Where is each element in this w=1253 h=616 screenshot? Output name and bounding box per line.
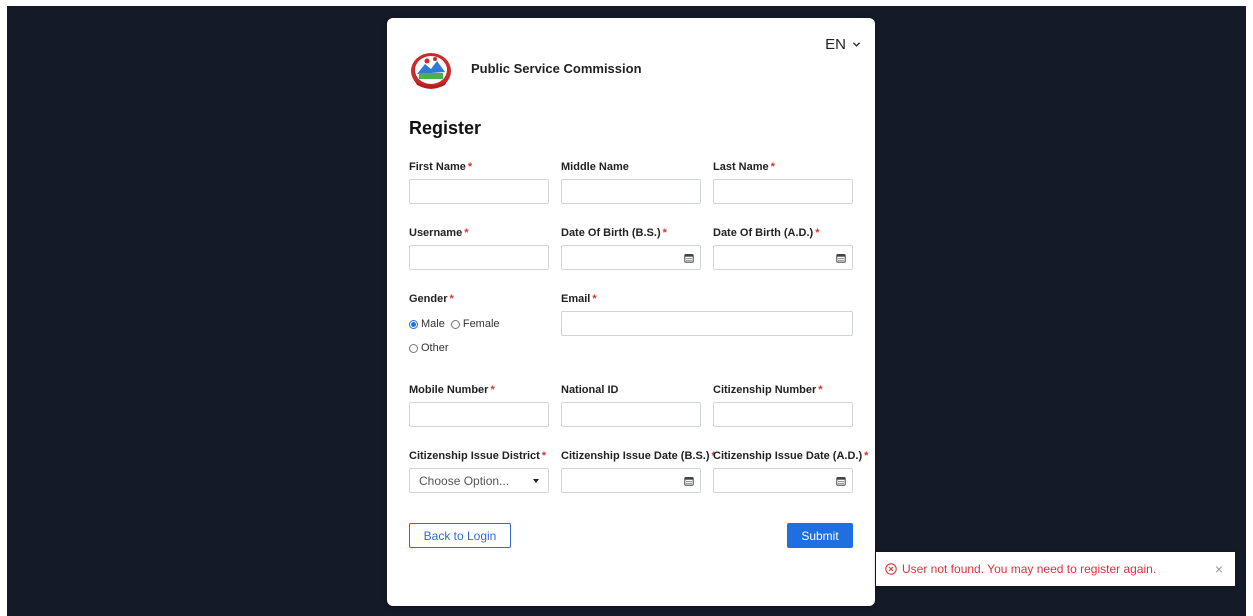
issue-date-ad-label-text: Citizenship Issue Date (A.D.): [713, 450, 863, 462]
national-id-label: National ID: [561, 384, 618, 396]
issue-date-bs-input[interactable]: [561, 468, 701, 493]
citizenship-number-label-text: Citizenship Number: [713, 384, 817, 396]
gender-other-radio[interactable]: [409, 343, 418, 353]
gender-female-label[interactable]: Female: [463, 318, 500, 330]
required-marker: *: [541, 450, 547, 462]
first-name-label: First Name *: [409, 161, 472, 173]
calendar-icon[interactable]: [684, 476, 694, 486]
back-to-login-button[interactable]: Back to Login: [409, 523, 511, 548]
issue-district-label-text: Citizenship Issue District: [409, 450, 540, 462]
required-marker: *: [464, 227, 469, 239]
toast-message: User not found. You may need to register…: [902, 562, 1157, 576]
gender-male-radio[interactable]: [409, 319, 418, 329]
required-marker: *: [770, 161, 775, 173]
dob-ad-input[interactable]: [713, 245, 853, 270]
issue-district-select[interactable]: Choose Option...: [409, 468, 549, 493]
gender-radio-group: Male Female: [409, 318, 500, 330]
issue-district-label: Citizenship Issue District *: [409, 450, 546, 462]
error-toast: User not found. You may need to register…: [876, 552, 1235, 586]
first-name-label-text: First Name: [409, 161, 466, 173]
email-label: Email *: [561, 293, 597, 305]
username-input[interactable]: [409, 245, 549, 270]
emblem-logo: [411, 53, 451, 89]
gender-label-text: Gender: [409, 293, 448, 305]
dob-ad-label: Date Of Birth (A.D.) *: [713, 227, 820, 239]
required-marker: *: [818, 384, 823, 396]
middle-name-label-text: Middle Name: [561, 161, 629, 173]
mobile-label: Mobile Number *: [409, 384, 495, 396]
email-input[interactable]: [561, 311, 853, 336]
required-marker: *: [449, 293, 454, 305]
username-label-text: Username: [409, 227, 463, 239]
caret-down-icon: [533, 479, 539, 483]
calendar-icon[interactable]: [684, 253, 694, 263]
middle-name-label: Middle Name: [561, 161, 629, 173]
mobile-label-text: Mobile Number: [409, 384, 489, 396]
calendar-icon[interactable]: [836, 476, 846, 486]
last-name-input[interactable]: [713, 179, 853, 204]
middle-name-input[interactable]: [561, 179, 701, 204]
citizenship-number-label: Citizenship Number *: [713, 384, 823, 396]
dob-bs-label: Date Of Birth (B.S.) *: [561, 227, 667, 239]
last-name-label-text: Last Name: [713, 161, 769, 173]
error-circle-icon: [885, 563, 897, 575]
citizenship-number-input[interactable]: [713, 402, 853, 427]
issue-date-ad-label: Citizenship Issue Date (A.D.) *: [713, 450, 868, 462]
required-marker: *: [467, 161, 473, 173]
issue-district-selected: Choose Option...: [419, 474, 510, 488]
gender-radio-group-row-2: Other: [409, 342, 449, 354]
organization-name: Public Service Commission: [471, 61, 642, 76]
page-title: Register: [409, 118, 482, 138]
dob-bs-input[interactable]: [561, 245, 701, 270]
required-marker: *: [490, 384, 495, 396]
national-id-label-text: National ID: [561, 384, 619, 396]
username-label: Username *: [409, 227, 468, 239]
language-selector[interactable]: EN: [825, 36, 861, 53]
national-id-input[interactable]: [561, 402, 701, 427]
required-marker: *: [864, 450, 869, 462]
mobile-input[interactable]: [409, 402, 549, 427]
gender-female-radio[interactable]: [450, 319, 460, 329]
dob-ad-label-text: Date Of Birth (A.D.): [713, 227, 814, 239]
chevron-down-icon: [852, 42, 861, 47]
gender-male-label[interactable]: Male: [421, 318, 445, 330]
gender-other-label[interactable]: Other: [421, 342, 449, 354]
issue-date-bs-label: Citizenship Issue Date (B.S.) *: [561, 450, 716, 462]
close-icon[interactable]: ×: [1215, 562, 1223, 576]
language-label: EN: [825, 36, 846, 53]
required-marker: *: [662, 227, 667, 239]
dob-bs-label-text: Date Of Birth (B.S.): [561, 227, 661, 239]
required-marker: *: [592, 293, 597, 305]
required-marker: *: [815, 227, 820, 239]
issue-date-bs-label-text: Citizenship Issue Date (B.S.): [561, 450, 710, 462]
last-name-label: Last Name *: [713, 161, 775, 173]
register-card: EN Public Service Commission Register Fi…: [387, 18, 875, 606]
gender-label: Gender *: [409, 293, 454, 305]
first-name-input[interactable]: [409, 179, 549, 204]
calendar-icon[interactable]: [836, 253, 846, 263]
email-label-text: Email: [561, 293, 591, 305]
issue-date-ad-input[interactable]: [713, 468, 853, 493]
submit-button[interactable]: Submit: [787, 523, 853, 548]
